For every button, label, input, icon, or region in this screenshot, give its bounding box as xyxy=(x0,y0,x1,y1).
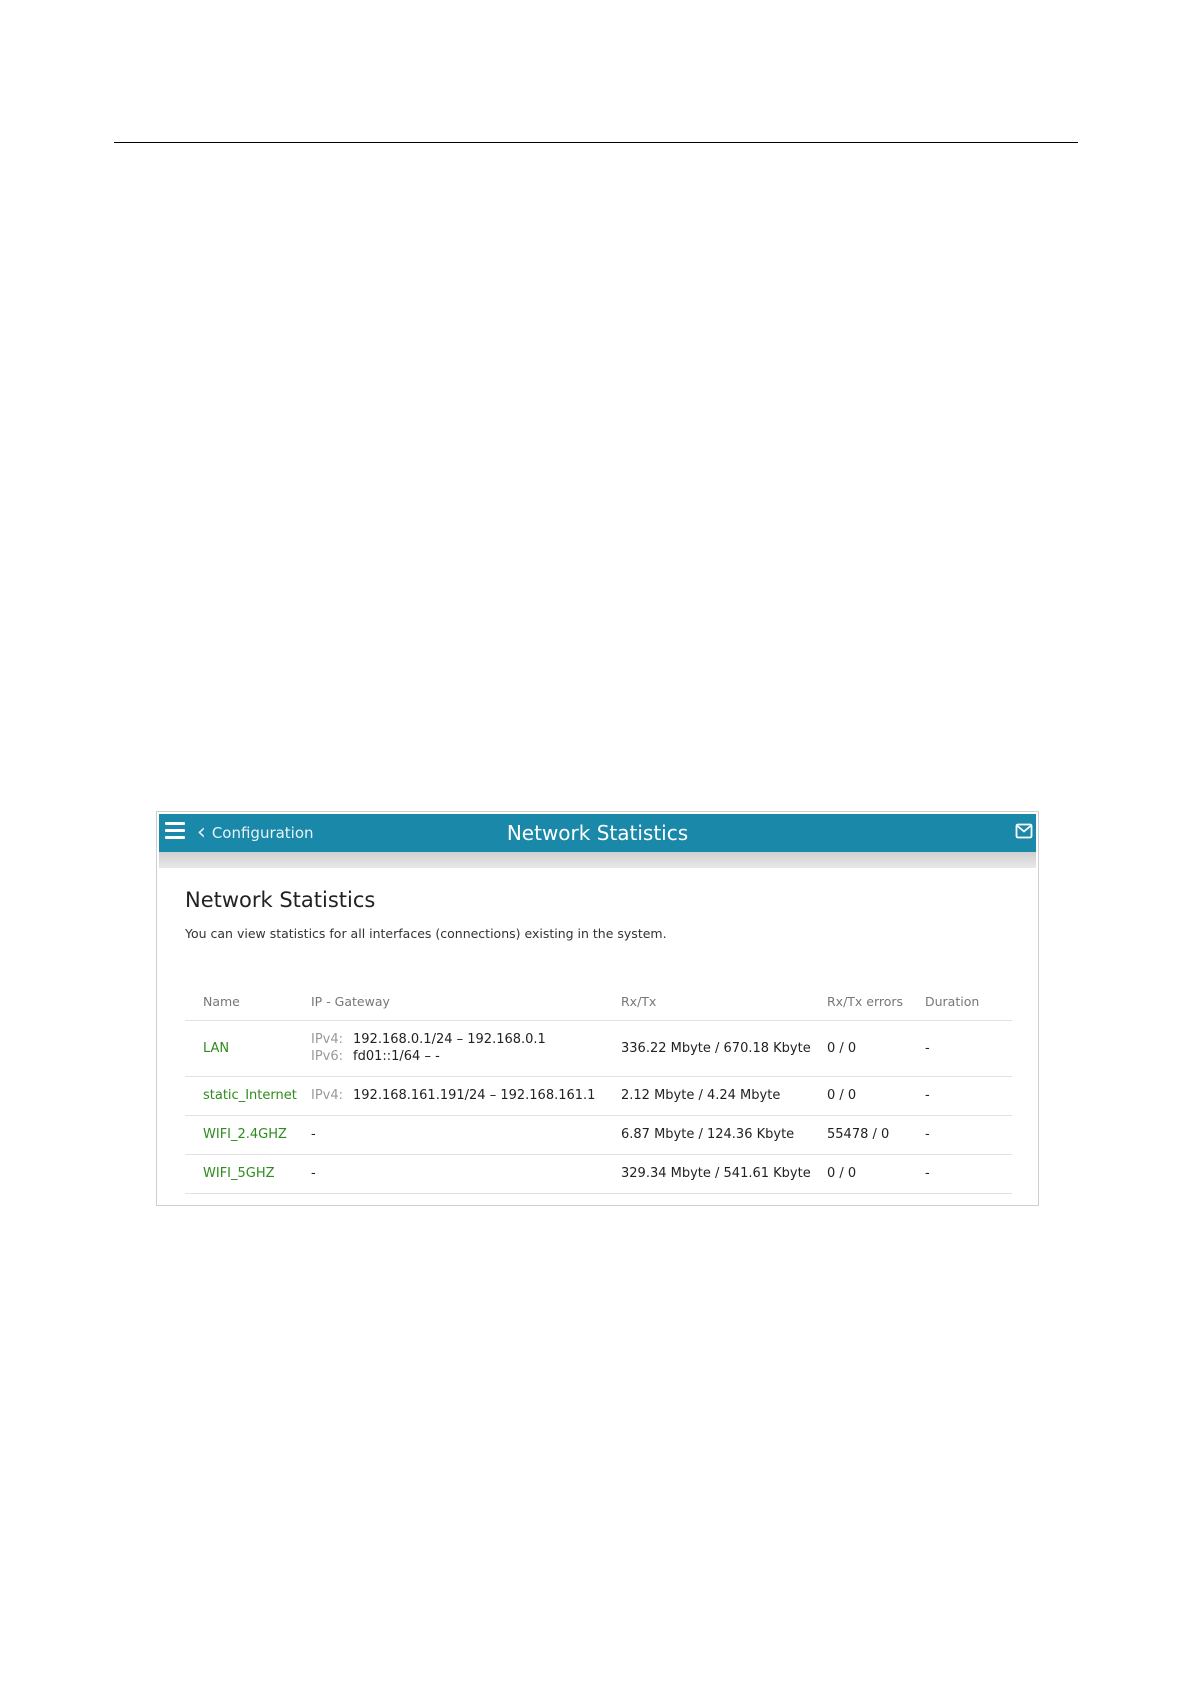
ip-gateway-cell: IPv4: 192.168.0.1/24 – 192.168.0.1 IPv6: f… xyxy=(301,1020,607,1077)
top-bar: ‹ Configuration Network Statistics xyxy=(159,814,1036,852)
column-header-duration: Duration xyxy=(915,984,1012,1021)
table-row[interactable]: LAN IPv4: 192.168.0.1/24 – 192.168.0.1 IP… xyxy=(185,1020,1012,1077)
sub-bar xyxy=(159,852,1036,868)
interface-name[interactable]: static_Internet xyxy=(185,1076,301,1116)
ipv4-label: IPv4: xyxy=(311,1088,344,1103)
errors-cell: 0 / 0 xyxy=(817,1076,915,1116)
table-row[interactable]: WIFI_2.4GHZ - 6.87 Mbyte / 124.36 Kbyte … xyxy=(185,1115,1012,1155)
ipv6-label: IPv6: xyxy=(311,1049,344,1064)
chevron-left-icon: ‹ xyxy=(197,820,206,845)
back-to-configuration-link[interactable]: ‹ Configuration xyxy=(197,821,314,845)
column-header-rxtx-errors: Rx/Tx errors xyxy=(817,984,915,1021)
rxtx-cell: 2.12 Mbyte / 4.24 Mbyte xyxy=(607,1076,817,1116)
table-row[interactable]: WIFI_5GHZ - 329.34 Mbyte / 541.61 Kbyte … xyxy=(185,1154,1012,1194)
column-header-name: Name xyxy=(185,984,301,1021)
main-content: Network Statistics You can view statisti… xyxy=(185,888,1012,1194)
ipv4-value: 192.168.0.1/24 – 192.168.0.1 xyxy=(353,1032,546,1047)
document-page: ‹ Configuration Network Statistics Netwo… xyxy=(0,0,1191,1684)
ip-gateway-cell: - xyxy=(301,1115,607,1155)
ipv6-value: fd01::1/64 – - xyxy=(353,1049,440,1064)
web-ui-screenshot: ‹ Configuration Network Statistics Netwo… xyxy=(156,811,1039,1206)
rxtx-cell: 329.34 Mbyte / 541.61 Kbyte xyxy=(607,1154,817,1194)
ipv4-label: IPv4: xyxy=(311,1032,344,1047)
errors-cell: 55478 / 0 xyxy=(817,1115,915,1155)
errors-cell: 0 / 0 xyxy=(817,1020,915,1077)
errors-cell: 0 / 0 xyxy=(817,1154,915,1194)
duration-cell: - xyxy=(915,1115,1012,1155)
rxtx-cell: 6.87 Mbyte / 124.36 Kbyte xyxy=(607,1115,817,1155)
rxtx-cell: 336.22 Mbyte / 670.18 Kbyte xyxy=(607,1020,817,1077)
hamburger-menu-icon[interactable] xyxy=(165,822,185,842)
column-header-rxtx: Rx/Tx xyxy=(607,984,817,1021)
interface-name[interactable]: LAN xyxy=(185,1020,301,1077)
duration-cell: - xyxy=(915,1020,1012,1077)
table-header-row: Name IP - Gateway Rx/Tx Rx/Tx errors Dur… xyxy=(185,984,1012,1021)
interface-name[interactable]: WIFI_5GHZ xyxy=(185,1154,301,1194)
duration-cell: - xyxy=(915,1076,1012,1116)
ipv4-value: 192.168.161.191/24 – 192.168.161.1 xyxy=(353,1088,596,1103)
table-row[interactable]: static_Internet IPv4: 192.168.161.191/24 … xyxy=(185,1076,1012,1116)
duration-cell: - xyxy=(915,1154,1012,1194)
section-description: You can view statistics for all interfac… xyxy=(185,926,667,941)
statistics-table: Name IP - Gateway Rx/Tx Rx/Tx errors Dur… xyxy=(185,984,1012,1194)
back-link-label: Configuration xyxy=(211,824,314,842)
interface-name[interactable]: WIFI_2.4GHZ xyxy=(185,1115,301,1155)
section-heading: Network Statistics xyxy=(185,888,376,912)
ip-gateway-cell: - xyxy=(301,1154,607,1194)
header-rule xyxy=(114,142,1078,143)
ip-gateway-cell: IPv4: 192.168.161.191/24 – 192.168.161.1 xyxy=(301,1076,607,1116)
column-header-ip-gateway: IP - Gateway xyxy=(301,984,607,1021)
envelope-icon[interactable] xyxy=(1015,822,1033,840)
